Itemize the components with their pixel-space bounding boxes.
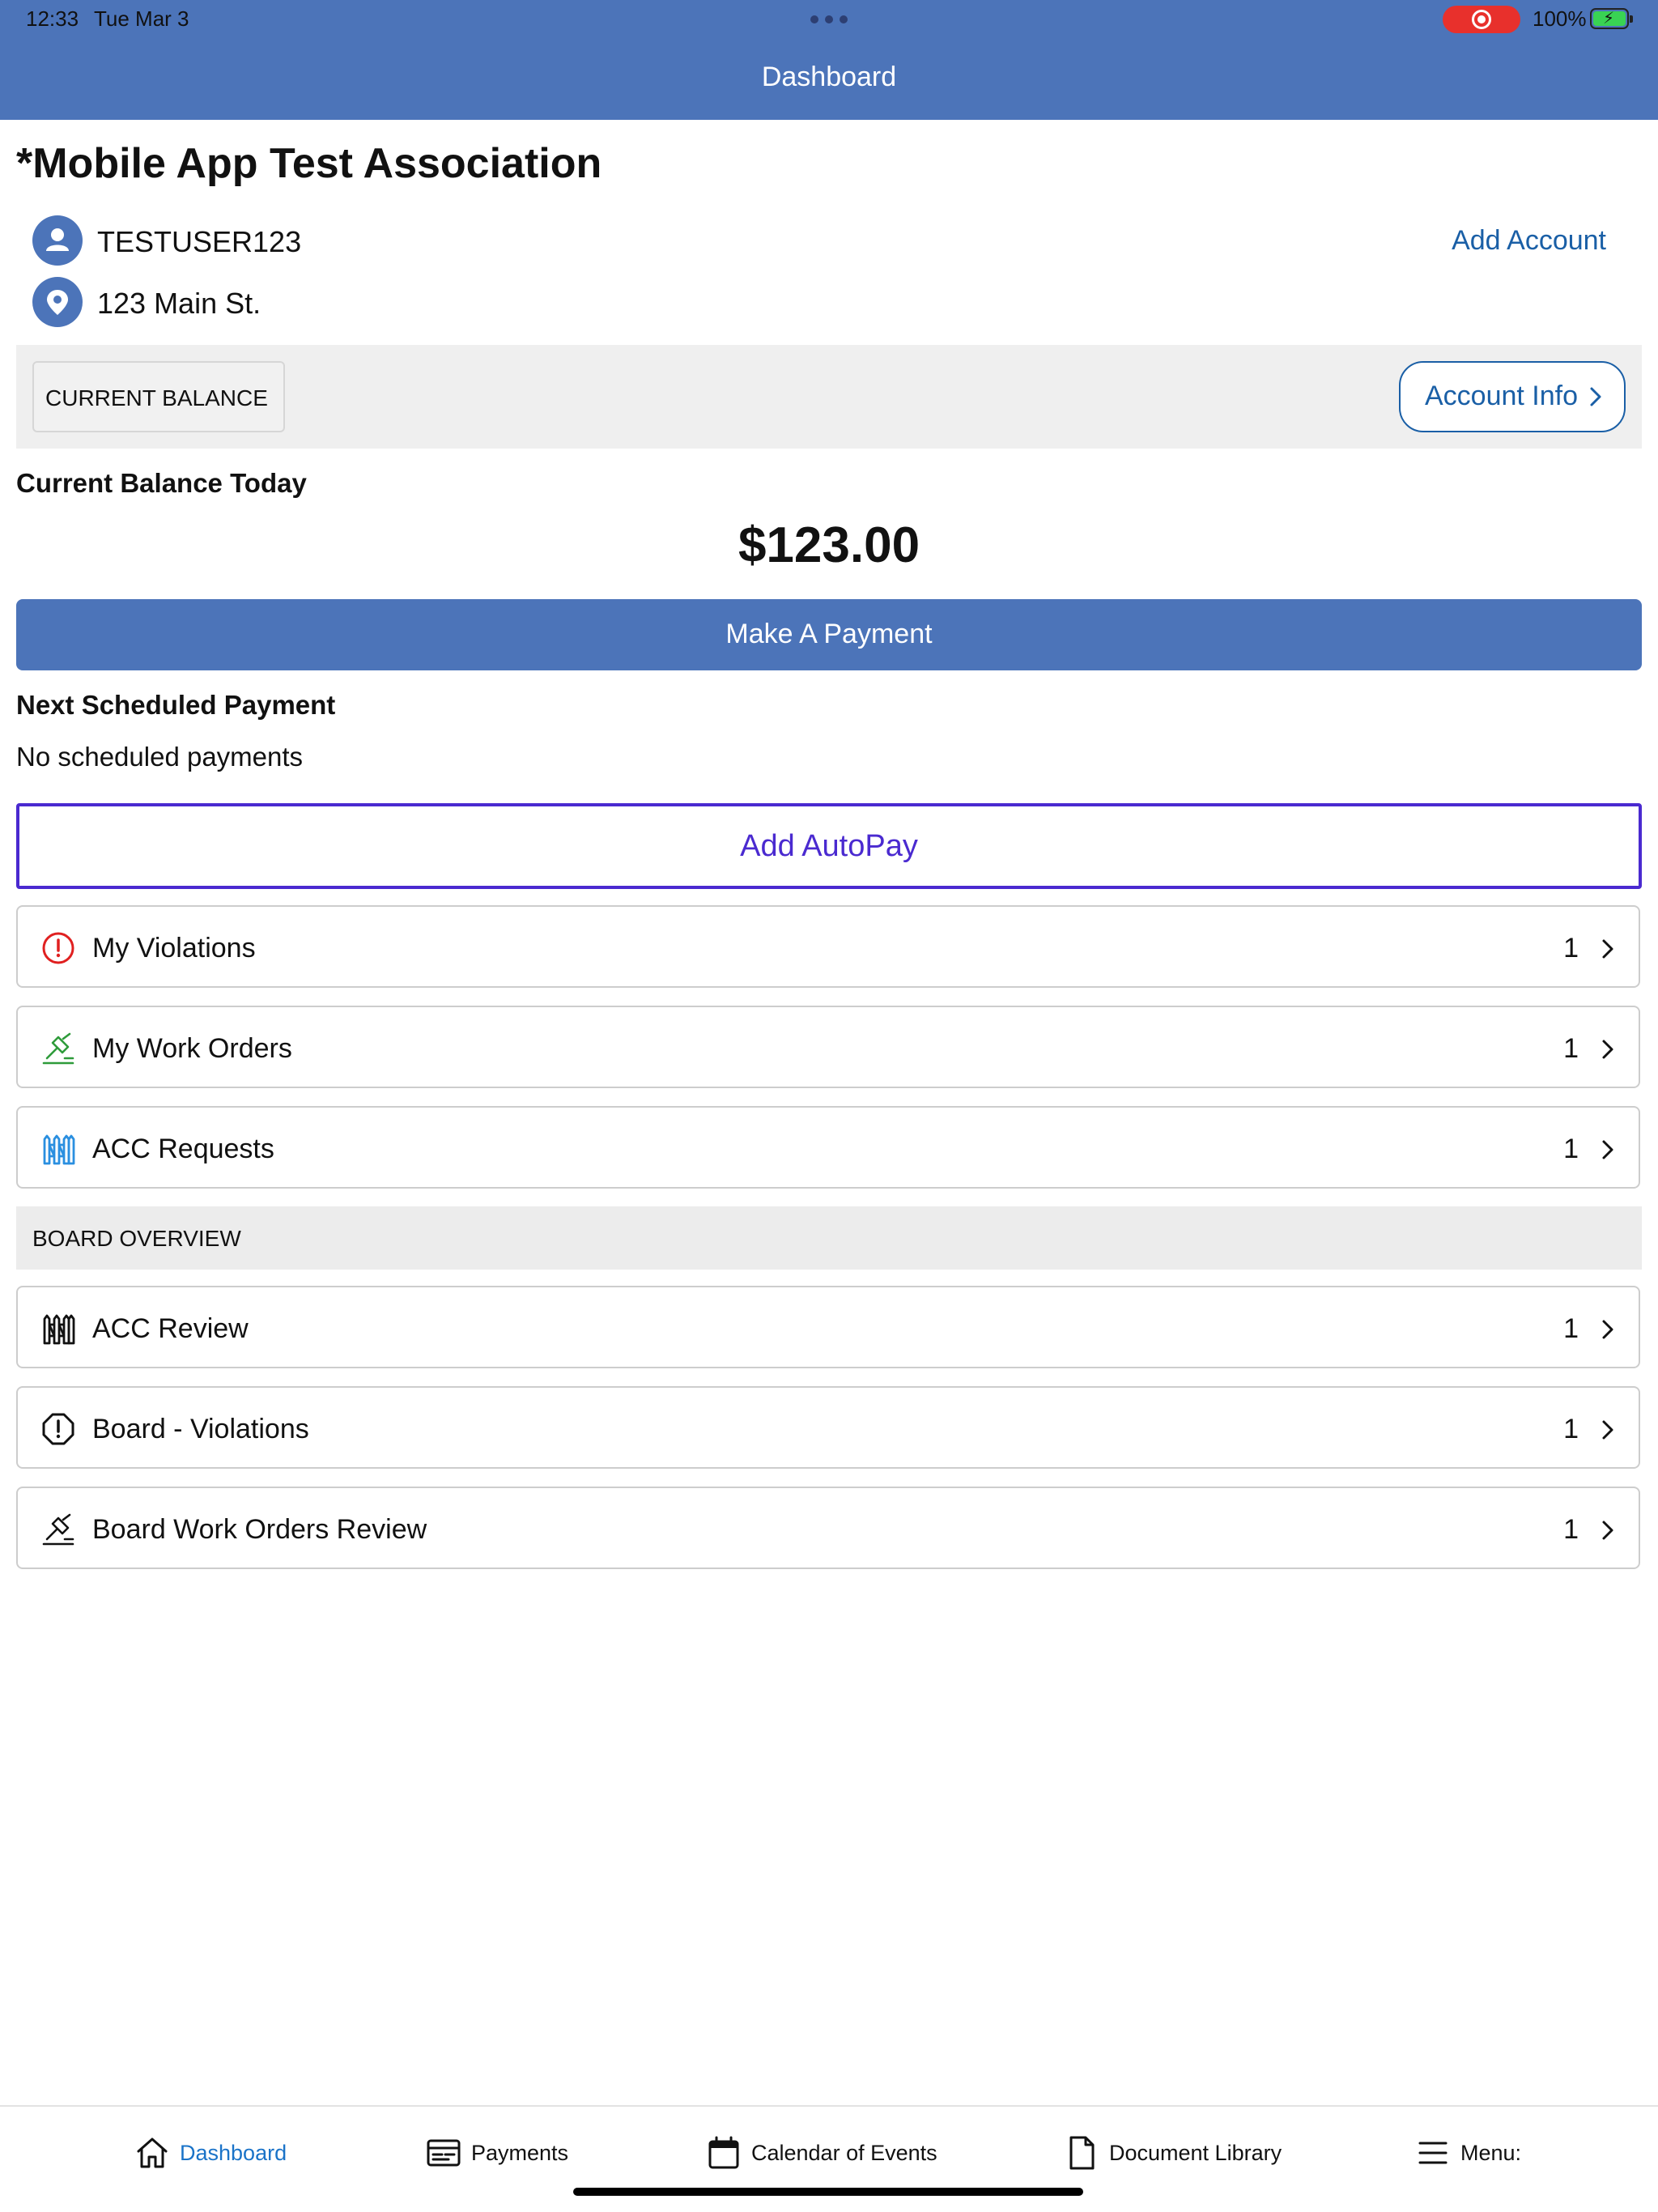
- board-violations-row[interactable]: Board - Violations 1: [16, 1386, 1640, 1469]
- make-payment-button[interactable]: Make A Payment: [16, 599, 1642, 670]
- document-icon: [1069, 2136, 1095, 2170]
- balance-amount: $123.00: [738, 517, 920, 573]
- tab-label: Dashboard: [180, 2140, 287, 2165]
- username: TESTUSER123: [97, 225, 302, 258]
- current-balance-tab[interactable]: CURRENT BALANCE: [32, 361, 285, 432]
- chevron-right-icon: [1602, 939, 1613, 959]
- tab-calendar-of-events[interactable]: Calendar of Events: [706, 2133, 937, 2173]
- home-icon: [137, 2138, 168, 2168]
- acc-review-row[interactable]: ACC Review 1: [16, 1286, 1640, 1368]
- tab-label: Calendar of Events: [751, 2140, 937, 2165]
- balance-strip: CURRENT BALANCE Account Info: [16, 345, 1642, 449]
- menu-icon: [1418, 2142, 1448, 2164]
- acc-requests-row[interactable]: ACC Requests 1: [16, 1106, 1640, 1189]
- tab-menu[interactable]: Menu:: [1415, 2133, 1521, 2173]
- hammer-icon: [42, 1032, 74, 1065]
- page-title: Dashboard: [761, 62, 897, 92]
- account-info-label: Account Info: [1425, 381, 1579, 411]
- row-label: My Work Orders: [92, 1033, 292, 1064]
- row-label: Board - Violations: [92, 1414, 309, 1444]
- row-label: ACC Requests: [92, 1134, 274, 1164]
- tab-payments[interactable]: Payments: [426, 2133, 568, 2173]
- fence-icon: [43, 1134, 75, 1165]
- battery-charging-icon: [1590, 8, 1633, 29]
- my-violations-row[interactable]: My Violations 1: [16, 905, 1640, 988]
- address: 123 Main St.: [97, 287, 261, 320]
- fence-icon: [43, 1314, 75, 1345]
- status-time: 12:33: [26, 6, 79, 31]
- tab-document-library[interactable]: Document Library: [1064, 2133, 1282, 2173]
- chevron-right-icon: [1602, 1040, 1613, 1059]
- alert-octagon-icon: [42, 1413, 74, 1445]
- bottom-tab-bar: Dashboard Payments Calendar of Events Do…: [0, 2105, 1658, 2212]
- chevron-right-icon: [1602, 1140, 1613, 1159]
- row-count: 1: [1563, 1134, 1579, 1164]
- my-work-orders-row[interactable]: My Work Orders 1: [16, 1006, 1640, 1088]
- alert-circle-icon: [42, 932, 74, 964]
- row-count: 1: [1563, 1514, 1579, 1545]
- next-scheduled-payment-label: Next Scheduled Payment: [16, 690, 336, 720]
- battery-percent: 100%: [1533, 6, 1587, 31]
- board-work-orders-review-row[interactable]: Board Work Orders Review 1: [16, 1487, 1640, 1569]
- account-info-button[interactable]: Account Info: [1399, 361, 1626, 432]
- tab-dashboard[interactable]: Dashboard: [134, 2133, 287, 2173]
- tab-label: Document Library: [1109, 2140, 1282, 2165]
- calendar-icon: [708, 2136, 739, 2169]
- add-autopay-button[interactable]: Add AutoPay: [16, 803, 1642, 889]
- multitasking-dots-icon[interactable]: [810, 15, 848, 23]
- status-date: Tue Mar 3: [94, 6, 189, 31]
- tab-label: Payments: [471, 2140, 569, 2165]
- current-balance-today-label: Current Balance Today: [16, 468, 307, 498]
- chevron-right-icon: [1602, 1320, 1613, 1339]
- user-icon: [32, 215, 83, 266]
- scheduled-payments-text: No scheduled payments: [16, 742, 304, 772]
- add-account-link[interactable]: Add Account: [1452, 225, 1606, 257]
- chevron-right-icon: [1590, 387, 1601, 406]
- hammer-icon: [42, 1513, 74, 1546]
- association-name: *Mobile App Test Association: [16, 140, 602, 187]
- chevron-right-icon: [1602, 1420, 1613, 1440]
- screen-recording-icon[interactable]: [1443, 6, 1520, 33]
- home-indicator[interactable]: [573, 2188, 1083, 2196]
- row-count: 1: [1563, 1414, 1579, 1444]
- chevron-right-icon: [1602, 1521, 1613, 1540]
- board-overview-heading: BOARD OVERVIEW: [16, 1206, 1642, 1270]
- row-label: My Violations: [92, 933, 256, 963]
- location-pin-icon: [32, 277, 83, 327]
- tab-label: Menu:: [1460, 2140, 1522, 2165]
- top-bar: 12:33 Tue Mar 3 100% Dashboard: [0, 0, 1658, 120]
- row-count: 1: [1563, 1033, 1579, 1064]
- row-label: ACC Review: [92, 1313, 249, 1344]
- row-count: 1: [1563, 933, 1579, 963]
- row-count: 1: [1563, 1313, 1579, 1344]
- row-label: Board Work Orders Review: [92, 1514, 427, 1545]
- payments-icon: [427, 2139, 461, 2167]
